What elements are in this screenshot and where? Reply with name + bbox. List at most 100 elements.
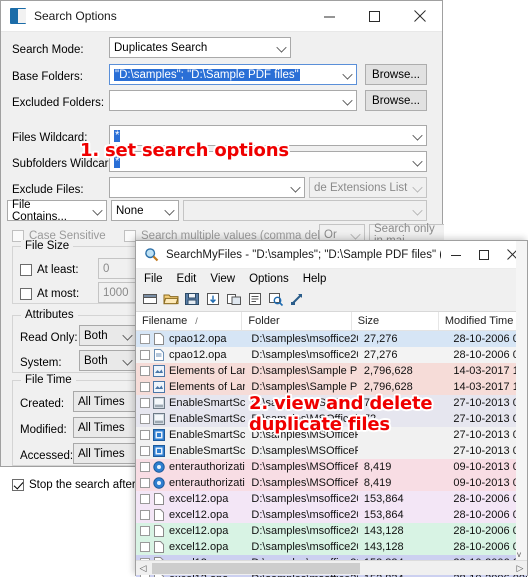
row-checkbox[interactable] (140, 430, 150, 440)
file-contains-text-input[interactable] (183, 200, 427, 221)
maximize-icon[interactable] (470, 241, 499, 268)
row-checkbox[interactable] (140, 446, 150, 456)
file-contains-value: File Contains... (12, 198, 67, 223)
extensions-list-select[interactable]: de Extensions List (309, 177, 427, 198)
table-row[interactable]: excel12.opa D:\samples\msoffice2007\... 14… (136, 523, 527, 539)
cell-filename: Elements of Large-Sa... (136, 379, 245, 395)
system-select[interactable]: Both (79, 350, 137, 371)
files-wildcard-input[interactable]: * (109, 125, 427, 146)
read-only-label: Read Only: (20, 332, 78, 344)
stop-search-checkbox[interactable] (12, 479, 24, 491)
table-row[interactable]: EnableSmartScreen.c... D:\samples\MSOffic… (136, 411, 527, 427)
table-row[interactable]: excel12.opa D:\samples\msoffice2007 ... 14… (136, 539, 527, 555)
close-icon[interactable] (397, 1, 442, 31)
table-row[interactable]: cpao12.opa D:\samples\msoffice2007\... 27,… (136, 331, 527, 347)
at-most-checkbox-row[interactable]: At most: (20, 283, 79, 305)
row-checkbox[interactable] (140, 382, 150, 392)
base-folders-input[interactable]: "D:\samples"; "D:\Sample PDF files" (109, 64, 357, 85)
maximize-icon[interactable] (352, 1, 397, 31)
exit-icon[interactable] (289, 291, 307, 309)
row-checkbox[interactable] (140, 462, 150, 472)
chevron-down-icon[interactable]: v (517, 550, 521, 559)
row-checkbox[interactable] (140, 494, 150, 504)
table-row[interactable]: EnableSmartScreen.c... D:\samples\MSOffic… (136, 395, 527, 411)
find-icon[interactable] (268, 291, 286, 309)
search-mode-label: Search Mode: (12, 44, 84, 56)
menu-item-options[interactable]: Options (249, 273, 289, 285)
table-row[interactable]: cpao12.opa D:\samples\msoffice2007 ... 27,… (136, 347, 527, 363)
at-most-checkbox[interactable] (20, 288, 32, 300)
cell-filename: EnableSmartScreen.c... (136, 411, 245, 427)
file-list[interactable]: cpao12.opa D:\samples\msoffice2007\... 27,… (136, 331, 527, 577)
at-least-checkbox-row[interactable]: At least: (20, 259, 79, 281)
new-search-icon[interactable] (142, 291, 160, 309)
table-row[interactable]: EnableSmartScreen.reg D:\samples\MSOffice… (136, 427, 527, 443)
hscroll-thumb[interactable] (152, 562, 360, 574)
minimize-icon[interactable] (307, 1, 352, 31)
row-checkbox[interactable] (140, 542, 150, 552)
excluded-folders-browse-button[interactable]: Browse... (365, 90, 427, 111)
table-row[interactable]: enterauthorizationco... D:\samples\MSOffi… (136, 475, 527, 491)
file-blank-icon (153, 333, 165, 345)
pdf-icon (153, 365, 165, 377)
search-mode-select[interactable]: Duplicates Search (109, 37, 291, 58)
at-least-checkbox[interactable] (20, 264, 32, 276)
cmd-icon (153, 397, 165, 409)
table-row[interactable]: enterauthorizationco... D:\samples\MSOffi… (136, 459, 527, 475)
chevron-right-icon[interactable]: ▷ (513, 563, 527, 574)
save-icon[interactable] (184, 291, 202, 309)
subfolders-wildcard-input[interactable]: * (109, 151, 427, 172)
row-checkbox[interactable] (140, 334, 150, 344)
cell-filename: enterauthorizationco... (136, 475, 245, 491)
open-folder-icon[interactable] (163, 291, 181, 309)
read-only-select[interactable]: Both (79, 325, 137, 346)
chevron-left-icon[interactable]: ◁ (136, 563, 150, 574)
table-row[interactable]: excel12.opa D:\samples\msoffice2007\... 15… (136, 491, 527, 507)
row-checkbox[interactable] (140, 350, 150, 360)
menu-item-view[interactable]: View (210, 273, 235, 285)
files-wildcard-label: Files Wildcard: (12, 132, 88, 144)
vertical-scrollbar[interactable]: v (516, 241, 527, 575)
menu-item-edit[interactable]: Edit (177, 273, 197, 285)
minimize-icon[interactable] (441, 241, 470, 268)
column-header-folder[interactable]: Folder (242, 312, 352, 330)
sort-indicator-icon: / (195, 316, 198, 326)
cell-filename: cpao12.opa (136, 347, 245, 363)
hscroll-track[interactable] (150, 561, 513, 576)
column-header-size[interactable]: Size (352, 312, 439, 330)
menu-item-help[interactable]: Help (303, 273, 327, 285)
searchmyfiles-titlebar: SearchMyFiles - "D:\samples"; "D:\Sample… (136, 241, 527, 269)
row-checkbox[interactable] (140, 478, 150, 488)
file-contains-mode-select[interactable]: None (111, 200, 179, 221)
base-folders-browse-button[interactable]: Browse... (365, 64, 427, 85)
at-most-value: 1000 (103, 286, 129, 299)
file-contains-mode-value: None (116, 204, 144, 217)
gear-blue-icon (153, 461, 165, 473)
table-row[interactable]: Elements of Large-Sa... D:\samples\Sample… (136, 379, 527, 395)
column-header-modified-time[interactable]: Modified Time (439, 312, 516, 330)
table-row[interactable]: excel12.opa D:\samples\msoffice2007 ... 15… (136, 507, 527, 523)
file-time-group-title: File Time (21, 374, 76, 386)
created-label-row: Created: (20, 393, 64, 415)
row-checkbox[interactable] (140, 510, 150, 520)
row-checkbox[interactable] (140, 526, 150, 536)
horizontal-scrollbar[interactable]: ◁ ▷ (136, 560, 527, 575)
modified-value: All Times (78, 421, 125, 434)
excluded-folders-input[interactable] (109, 90, 357, 111)
row-checkbox[interactable] (140, 398, 150, 408)
row-checkbox[interactable] (140, 366, 150, 376)
search-mode-label-row: Search Mode: (12, 39, 84, 61)
file-contains-select[interactable]: File Contains... (7, 198, 107, 223)
refresh-icon[interactable] (205, 291, 223, 309)
row-checkbox[interactable] (140, 414, 150, 424)
exclude-files-input[interactable] (109, 177, 305, 198)
cell-folder: D:\samples\msoffice2007 ... (251, 349, 357, 361)
table-row[interactable]: Elements of Large-Sa... D:\samples\Sample… (136, 363, 527, 379)
column-header-filename[interactable]: Filename / (136, 312, 243, 330)
cell-size: 2,796,628 (363, 365, 413, 377)
cell-filename: cpao12.opa (136, 331, 245, 347)
table-row[interactable]: EnableSmartScreen.reg D:\samples\MSOffice… (136, 443, 527, 459)
properties-icon[interactable] (247, 291, 265, 309)
menu-item-file[interactable]: File (144, 273, 163, 285)
copy-icon[interactable] (226, 291, 244, 309)
